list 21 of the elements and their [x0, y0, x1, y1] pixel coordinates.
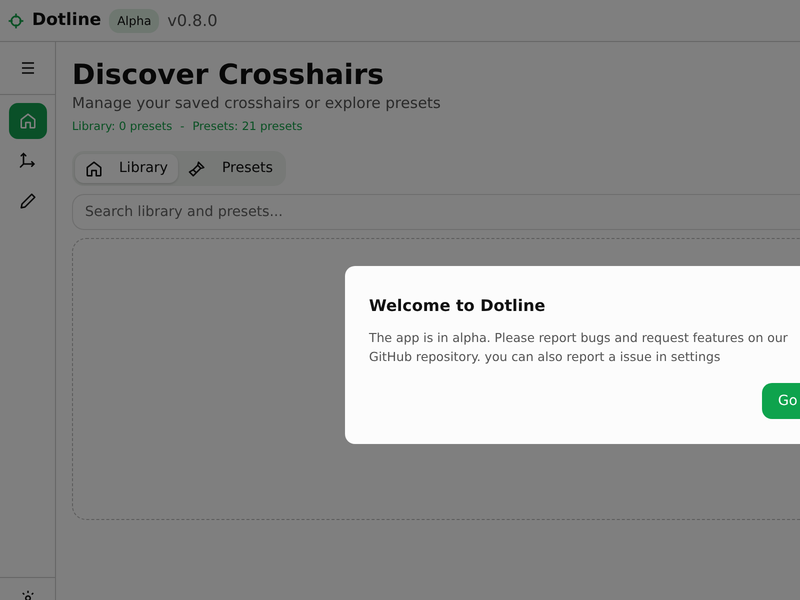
page-title: Discover Crosshairs	[72, 58, 385, 92]
axes-icon	[18, 152, 36, 170]
stats-text: Library: 0 presets	[72, 118, 172, 136]
app-name: Dotline	[32, 8, 102, 32]
search-field[interactable]: Search library and presets...	[72, 194, 800, 230]
tab[interactable]: Presets	[178, 154, 283, 184]
dialog-text: The app is in alpha. Please report bugs and request features on our GitHub repository. you can also report a issue in settings	[369, 329, 789, 366]
tab[interactable]: Library	[75, 154, 178, 184]
crosshair-logo-icon	[8, 12, 24, 28]
version-label: v0.8.0	[167, 10, 218, 32]
alpha-badge: Alpha	[109, 8, 160, 32]
page-subtitle: Manage your saved crosshairs or explore presets	[72, 92, 442, 114]
stats-text: -	[180, 118, 184, 136]
menu-icon[interactable]	[20, 62, 34, 74]
home-icon	[18, 112, 36, 130]
stats-text: Presets: 21 presets	[192, 118, 303, 136]
confirm-button[interactable]: Go	[762, 383, 800, 419]
brush-icon	[188, 160, 206, 178]
dialog-title: Welcome to Dotline	[369, 295, 546, 317]
pencil-icon	[18, 192, 36, 210]
home-icon	[85, 160, 103, 178]
